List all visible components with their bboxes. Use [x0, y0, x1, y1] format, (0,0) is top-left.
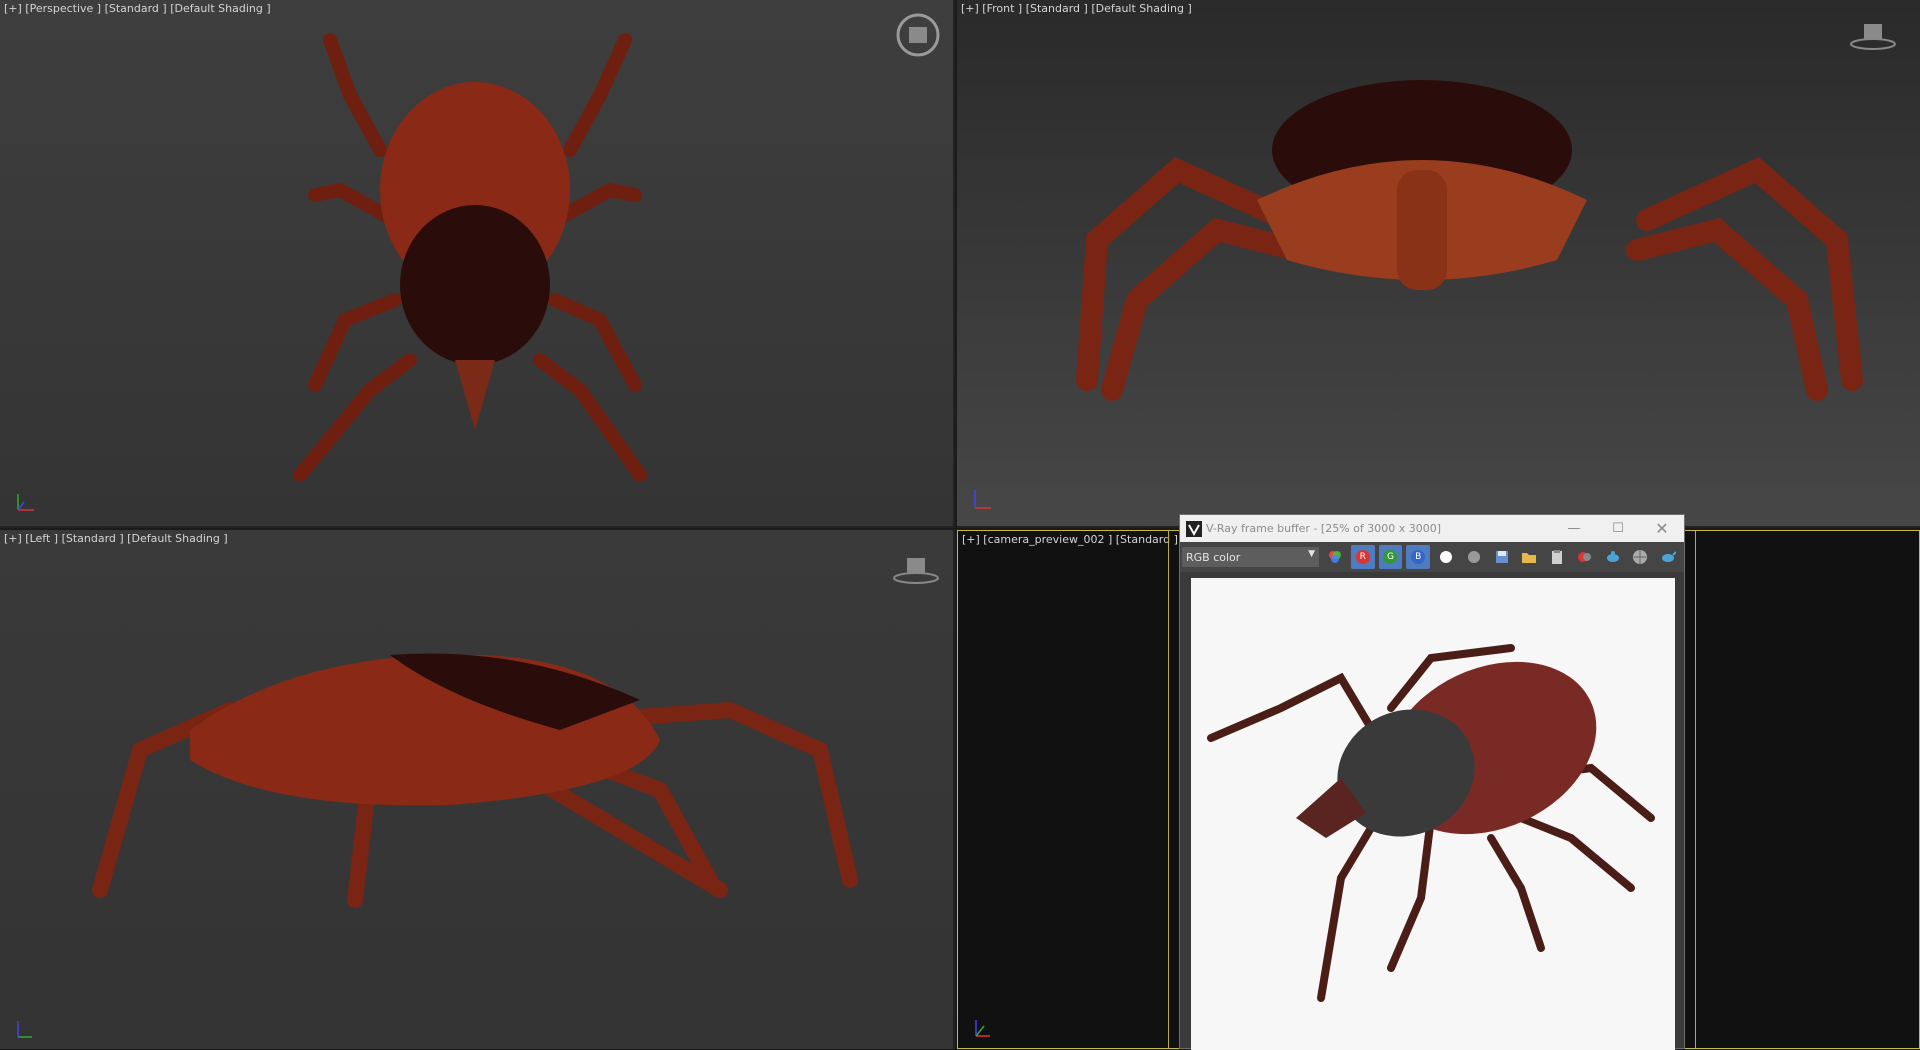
- safe-frame-left: [1168, 531, 1169, 1048]
- viewport-left[interactable]: [+] [Left ] [Standard ] [Default Shading…: [0, 530, 955, 1049]
- axis-gizmo-icon: [974, 490, 991, 509]
- axis-gizmo-icon: [975, 1020, 990, 1037]
- green-channel-toggle[interactable]: G: [1378, 545, 1403, 569]
- window-titlebar[interactable]: V-Ray frame buffer - [25% of 3000 x 3000…: [1180, 515, 1684, 542]
- axis-gizmo-icon: [17, 494, 34, 511]
- viewcube-icon[interactable]: [895, 12, 941, 58]
- tick-model-left-view: [92, 653, 858, 908]
- color-channels-icon[interactable]: [1323, 545, 1347, 569]
- open-folder-icon[interactable]: [1517, 545, 1541, 569]
- vfb-toolbar: RGB color ▼ R G B: [1180, 542, 1684, 572]
- save-image-icon[interactable]: [1490, 545, 1514, 569]
- viewport-perspective[interactable]: [+] [Perspective ] [Standard ] [Default …: [0, 0, 955, 528]
- tick-render-image: [1207, 644, 1655, 1002]
- vray-logo-icon: [1186, 520, 1202, 537]
- safe-frame-right: [1695, 531, 1696, 1048]
- viewcube-icon[interactable]: [891, 554, 941, 588]
- viewcube-icon[interactable]: [1848, 20, 1898, 54]
- viewport-front[interactable]: [+] [Front ] [Standard ] [Default Shadin…: [957, 0, 1920, 528]
- blue-channel-toggle[interactable]: B: [1406, 545, 1431, 569]
- rendered-image: [1191, 578, 1675, 1050]
- minimize-icon[interactable]: —: [1552, 515, 1596, 542]
- close-icon[interactable]: ✕: [1640, 515, 1684, 542]
- alpha-white-icon[interactable]: [1434, 545, 1458, 569]
- dropdown-arrow-icon: ▼: [1308, 549, 1316, 559]
- interactive-render-icon[interactable]: [1629, 545, 1653, 569]
- channel-select-value: RGB color: [1186, 550, 1241, 564]
- red-channel-toggle[interactable]: R: [1350, 545, 1375, 569]
- channel-select[interactable]: RGB color ▼: [1182, 547, 1320, 567]
- vray-frame-buffer-window[interactable]: V-Ray frame buffer - [25% of 3000 x 3000…: [1179, 514, 1685, 1050]
- render-last-icon[interactable]: [1656, 545, 1680, 569]
- clipboard-icon[interactable]: [1545, 545, 1569, 569]
- axis-gizmo-icon: [17, 1021, 32, 1038]
- tick-model-front-view: [1076, 80, 1863, 401]
- clear-image-icon[interactable]: [1573, 545, 1597, 569]
- render-teapot-icon[interactable]: [1601, 545, 1625, 569]
- tick-model-top-view: [293, 33, 647, 482]
- mono-gray-icon[interactable]: [1462, 545, 1486, 569]
- window-title: V-Ray frame buffer - [25% of 3000 x 3000…: [1206, 522, 1442, 535]
- maximize-icon[interactable]: ☐: [1596, 515, 1640, 542]
